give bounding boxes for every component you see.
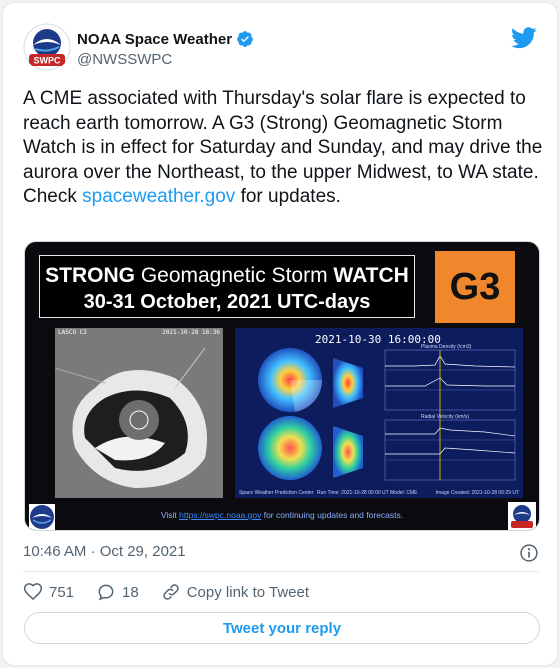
account-handle[interactable]: @NWSSWPC	[77, 51, 172, 68]
copy-link-action[interactable]: Copy link to Tweet	[161, 582, 309, 602]
spaceweather-link[interactable]: spaceweather.gov	[82, 186, 235, 207]
tweet-media-image[interactable]: STRONG Geomagnetic Storm WATCH 30-31 Oct…	[24, 241, 540, 531]
banner-watch: WATCH	[333, 264, 409, 287]
like-action[interactable]: 751	[23, 582, 74, 602]
tweet-text: A CME associated with Thursday's solar f…	[23, 87, 543, 210]
banner-line-2: 30-31 October, 2021 UTC-days	[83, 291, 371, 313]
enlil-model-panel: 2021-10-30 16:00:00 Plasma Density (/cm3…	[235, 328, 523, 498]
visit-suffix: for continuing updates and forecasts.	[261, 510, 404, 520]
g3-badge: G3	[435, 251, 515, 323]
tweet-card: SWPC NOAA Space Weather @NWSSWPC A CME a…	[2, 2, 558, 666]
banner-strong: STRONG	[45, 264, 135, 287]
heart-icon	[23, 583, 43, 601]
tweet-actions: 751 18 Copy link to Tweet	[23, 581, 331, 603]
account-name-row[interactable]: NOAA Space Weather	[77, 30, 254, 48]
lasco-date: 2021-10-28 18:36	[162, 329, 220, 336]
tweet-your-reply-button[interactable]: Tweet your reply	[24, 612, 540, 644]
enlil-footer: Space Weather Prediction Center	[239, 490, 314, 496]
enlil-run-time: Run Time: 2021-10-28 00:00 UT Model: CME	[317, 490, 418, 496]
swpc-logo-icon	[508, 502, 536, 530]
info-icon[interactable]	[519, 543, 539, 563]
reply-bubble-icon	[98, 584, 114, 601]
visit-text: Visit https://swpc.noaa.gov for continui…	[25, 510, 539, 520]
enlil-image-created: Image Created: 2021-10-28 06:29 UT	[435, 490, 519, 496]
reply-action[interactable]: 18	[96, 582, 139, 602]
banner-line-1: STRONG Geomagnetic Storm WATCH	[40, 264, 414, 288]
avatar[interactable]: SWPC	[23, 23, 71, 71]
storm-watch-banner: STRONG Geomagnetic Storm WATCH 30-31 Oct…	[39, 255, 415, 318]
banner-mid: Geomagnetic Storm	[134, 264, 334, 287]
plasma-density-title: Plasma Density (/cm3)	[421, 344, 472, 350]
tweet-text-after: for updates.	[235, 186, 341, 207]
divider	[23, 571, 539, 572]
reply-count: 18	[122, 583, 139, 601]
lasco-label: LASCO C2	[58, 329, 87, 336]
verified-badge-icon	[237, 31, 253, 47]
like-count: 751	[49, 583, 75, 601]
tweet-meta-row: 10:46 AM · Oct 29, 2021	[23, 543, 539, 563]
lasco-coronagraph-image: LASCO C2 2021-10-28 18:36	[54, 328, 223, 498]
account-name[interactable]: NOAA Space Weather	[77, 31, 232, 48]
visit-prefix: Visit	[160, 510, 180, 520]
swpc-link[interactable]: https://swpc.noaa.gov	[179, 510, 261, 520]
avatar-label: SWPC	[34, 56, 62, 66]
tweet-timestamp[interactable]: 10:46 AM · Oct 29, 2021	[23, 543, 186, 560]
link-icon	[163, 584, 179, 600]
twitter-bird-icon[interactable]	[511, 27, 537, 49]
copy-link-label: Copy link to Tweet	[186, 583, 310, 601]
radial-velocity-title: Radial Velocity (km/s)	[421, 414, 470, 420]
